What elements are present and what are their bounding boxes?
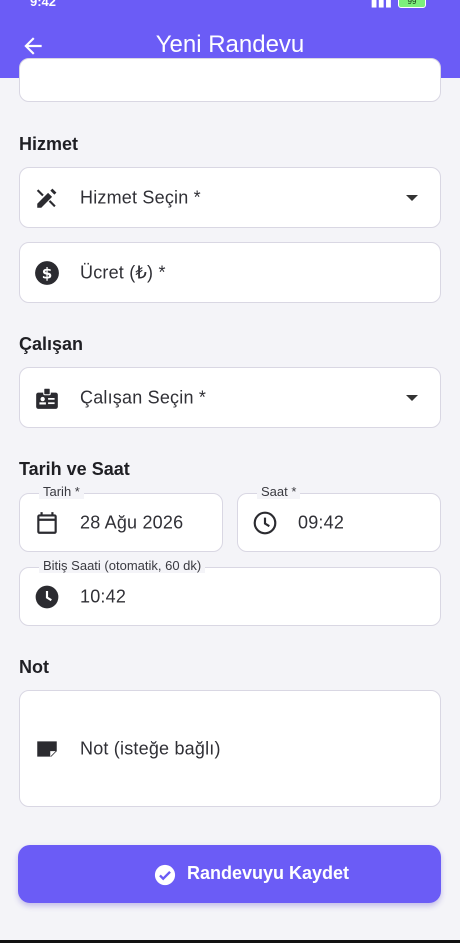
employee-select[interactable]: Çalışan Seçin * [19, 367, 441, 428]
clock-outline-icon [253, 511, 277, 534]
end-time-label: Bitiş Saati (otomatik, 60 dk) [39, 558, 206, 573]
time-value: 09:42 [298, 512, 345, 532]
end-time-field: Bitiş Saati (otomatik, 60 dk) 10:42 [19, 558, 441, 626]
section-note-title: Not [19, 657, 49, 677]
time-field-label: Saat * [257, 484, 301, 499]
dropdown-caret-icon [406, 394, 418, 401]
battery-icon: 99 [398, 0, 426, 8]
note-placeholder: Not (isteğe bağlı) [80, 738, 221, 758]
save-appointment-button[interactable]: Randevuyu Kaydet [18, 845, 441, 903]
customer-field-partial[interactable] [19, 58, 441, 102]
note-input[interactable]: Not (isteğe bağlı) [19, 690, 441, 807]
section-service-title: Hizmet [19, 134, 79, 154]
dropdown-caret-icon [406, 194, 418, 201]
page-title: Yeni Randevu [155, 31, 305, 58]
status-bar: 9:42 ▮▮▮ 99 [0, 0, 460, 10]
service-select[interactable]: Hizmet Seçin * [19, 167, 441, 228]
time-field[interactable]: Saat * 09:42 [237, 484, 441, 552]
clock-filled-icon [35, 585, 59, 608]
check-circle-icon [154, 864, 176, 886]
money-icon: $ [35, 260, 59, 285]
badge-icon [36, 387, 58, 409]
date-field-label: Tarih * [39, 484, 84, 499]
price-input[interactable]: $ Ücret (₺) * [19, 242, 441, 303]
design-services-icon [36, 188, 57, 208]
price-input-label: Ücret (₺) * [80, 262, 166, 282]
date-value: 28 Ağu 2026 [80, 512, 184, 532]
save-button-label: Randevuyu Kaydet [187, 863, 350, 883]
status-time: 9:42 [30, 0, 57, 9]
employee-select-label: Çalışan Seçin * [80, 387, 207, 407]
date-field[interactable]: Tarih * 28 Ağu 2026 [19, 484, 223, 552]
calendar-icon [37, 511, 57, 534]
status-icons: ▮▮▮ 99 [371, 0, 426, 10]
svg-text:$: $ [42, 264, 53, 282]
service-select-label: Hizmet Seçin * [80, 187, 201, 207]
end-time-value: 10:42 [80, 586, 127, 606]
note-icon [37, 740, 57, 757]
section-datetime-title: Tarih ve Saat [19, 459, 130, 479]
section-employee-title: Çalışan [19, 334, 84, 354]
signal-icon: ▮▮▮ [370, 0, 392, 9]
